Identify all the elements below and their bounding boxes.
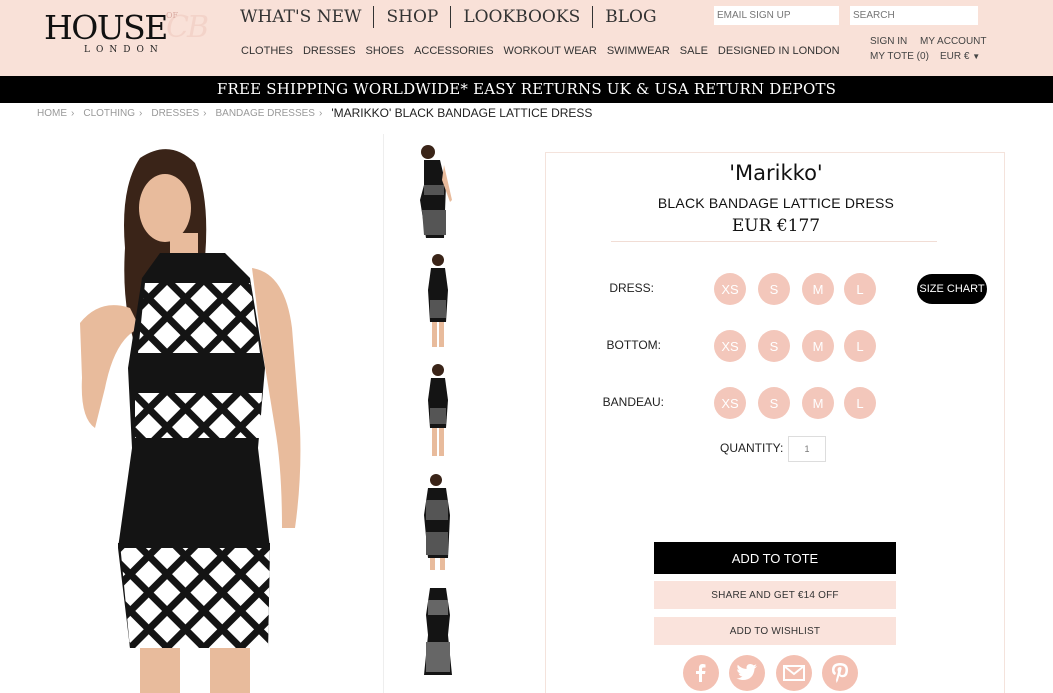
currency-label: EUR €	[940, 51, 970, 62]
nav-blog[interactable]: BLOG	[605, 7, 656, 27]
subnav-swimwear[interactable]: SWIMWEAR	[607, 45, 670, 57]
sign-in-link[interactable]: SIGN IN	[870, 36, 907, 47]
subnav-sale[interactable]: SALE	[680, 45, 708, 57]
sub-navigation: CLOTHES DRESSES SHOES ACCESSORIES WORKOU…	[241, 45, 850, 57]
product-main-image[interactable]	[20, 128, 380, 693]
pinterest-icon[interactable]	[822, 655, 858, 691]
breadcrumb-dresses[interactable]: DRESSES	[151, 108, 199, 119]
breadcrumb-current: 'MARIKKO' BLACK BANDAGE LATTICE DRESS	[331, 106, 593, 120]
product-details-panel: 'Marikko' BLACK BANDAGE LATTICE DRESS EU…	[545, 152, 1005, 693]
chevron-right-icon: ›	[139, 107, 143, 119]
bottom-size-s[interactable]: S	[758, 330, 790, 362]
bandeau-size-m[interactable]: M	[802, 387, 834, 419]
bottom-size-xs[interactable]: XS	[714, 330, 746, 362]
twitter-icon[interactable]	[729, 655, 765, 691]
breadcrumb-clothing[interactable]: CLOTHING	[83, 108, 135, 119]
main-navigation: WHAT'S NEW SHOP LOOKBOOKS BLOG	[240, 6, 657, 28]
currency-selector[interactable]: EUR € ▼	[940, 51, 980, 62]
option-label-dress: DRESS:	[609, 281, 654, 295]
bandeau-size-l[interactable]: L	[844, 387, 876, 419]
thumbnail-5[interactable]	[406, 580, 470, 682]
subnav-designed-in-london[interactable]: DESIGNED IN LONDON	[718, 45, 840, 57]
breadcrumb-home[interactable]: HOME	[37, 108, 67, 119]
caret-down-icon: ▼	[972, 52, 981, 61]
add-to-tote-button[interactable]: ADD TO TOTE	[654, 542, 896, 574]
chevron-right-icon: ›	[71, 107, 75, 119]
email-icon[interactable]	[776, 655, 812, 691]
my-tote-link[interactable]: MY TOTE (0)	[870, 51, 929, 62]
nav-divider	[592, 6, 594, 28]
product-name: 'Marikko'	[729, 161, 823, 185]
logo-london-text: LONDON	[84, 45, 164, 55]
thumbnail-image	[424, 588, 452, 675]
dress-size-l[interactable]: L	[844, 273, 876, 305]
site-header: CB HOUSE OF LONDON WHAT'S NEW SHOP LOOKB…	[0, 0, 1053, 76]
my-account-link[interactable]: MY ACCOUNT	[920, 36, 987, 47]
thumbnail-2[interactable]	[406, 250, 470, 352]
product-price: EUR €177	[731, 216, 821, 236]
title-divider	[611, 241, 937, 242]
chevron-right-icon: ›	[318, 107, 323, 119]
model-dress-illustration	[80, 149, 301, 693]
size-chart-button[interactable]: SIZE CHART	[917, 274, 987, 304]
option-label-bandeau: BANDEAU:	[602, 395, 664, 409]
shipping-banner: FREE SHIPPING WORLDWIDE* EASY RETURNS UK…	[0, 76, 1053, 103]
thumbnail-image	[420, 145, 452, 238]
bandeau-size-s[interactable]: S	[758, 387, 790, 419]
logo-house-text: HOUSE	[44, 8, 168, 47]
facebook-icon[interactable]	[683, 655, 719, 691]
nav-divider	[450, 6, 452, 28]
subnav-dresses[interactable]: DRESSES	[303, 45, 356, 57]
chevron-right-icon: ›	[203, 107, 207, 119]
subnav-accessories[interactable]: ACCESSORIES	[414, 45, 493, 57]
breadcrumb: HOME › CLOTHING › DRESSES › BANDAGE DRES…	[37, 106, 592, 120]
quantity-label: QUANTITY:	[720, 441, 784, 455]
bottom-size-l[interactable]: L	[844, 330, 876, 362]
bottom-size-m[interactable]: M	[802, 330, 834, 362]
subnav-workout-wear[interactable]: WORKOUT WEAR	[504, 45, 597, 57]
breadcrumb-bandage-dresses[interactable]: BANDAGE DRESSES	[216, 108, 315, 119]
email-signup-input[interactable]	[714, 6, 839, 25]
dress-size-m[interactable]: M	[802, 273, 834, 305]
subnav-clothes[interactable]: CLOTHES	[241, 45, 293, 57]
dress-size-xs[interactable]: XS	[714, 273, 746, 305]
dress-size-s[interactable]: S	[758, 273, 790, 305]
thumbnail-4[interactable]	[406, 470, 470, 572]
nav-lookbooks[interactable]: LOOKBOOKS	[463, 7, 580, 27]
bandeau-size-xs[interactable]: XS	[714, 387, 746, 419]
thumbnail-image	[424, 474, 450, 570]
nav-divider	[373, 6, 375, 28]
thumbnail-image	[428, 364, 448, 456]
subnav-shoes[interactable]: SHOES	[366, 45, 405, 57]
column-divider	[383, 134, 384, 693]
logo-of-text: OF	[166, 11, 179, 20]
quantity-input[interactable]	[788, 436, 826, 462]
option-label-bottom: BOTTOM:	[606, 338, 661, 352]
nav-shop[interactable]: SHOP	[386, 7, 438, 27]
nav-whats-new[interactable]: WHAT'S NEW	[240, 7, 361, 27]
search-input[interactable]	[850, 6, 978, 25]
product-subtitle: BLACK BANDAGE LATTICE DRESS	[657, 195, 895, 211]
brand-logo[interactable]: CB HOUSE OF LONDON	[44, 8, 219, 58]
share-discount-button[interactable]: SHARE AND GET €14 OFF	[654, 581, 896, 609]
add-to-wishlist-button[interactable]: ADD TO WISHLIST	[654, 617, 896, 645]
thumbnail-3[interactable]	[406, 360, 470, 462]
thumbnail-image	[428, 254, 448, 347]
thumbnail-1[interactable]	[406, 140, 470, 242]
